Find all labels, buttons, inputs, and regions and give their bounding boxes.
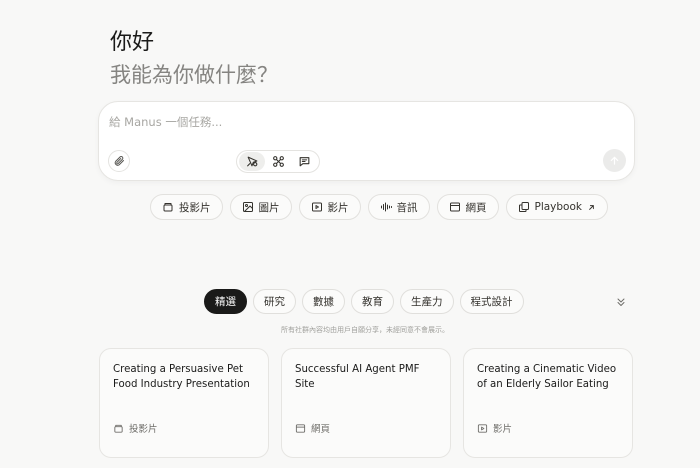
quick-action-image[interactable]: 圖片	[229, 194, 292, 220]
greeting-subtitle: 我能為你做什麼？	[110, 63, 278, 87]
quick-action-playbook[interactable]: Playbook	[505, 194, 608, 220]
slides-icon	[162, 201, 174, 213]
quick-action-label: 圖片	[258, 201, 280, 214]
browser-tool-button[interactable]	[239, 152, 265, 171]
connectors-icon	[272, 155, 285, 168]
greeting-title: 你好	[110, 30, 155, 55]
card-title: Creating a Cinematic Video of an Elderly…	[477, 364, 617, 390]
playbook-icon	[518, 201, 530, 213]
card-title: Successful AI Agent PMF Site	[295, 364, 420, 390]
card-type: 網頁	[295, 421, 330, 435]
showcase-card[interactable]: Successful AI Agent PMF Site 網頁	[281, 348, 451, 458]
tab-productivity[interactable]: 生產力	[400, 289, 454, 314]
showcase-card[interactable]: Creating a Cinematic Video of an Elderly…	[463, 348, 633, 458]
card-type: 投影片	[113, 421, 158, 435]
tab-research[interactable]: 研究	[253, 289, 296, 314]
card-type-label: 投影片	[129, 424, 158, 435]
task-input[interactable]	[109, 112, 609, 132]
chevrons-down-icon	[615, 296, 627, 308]
video-icon	[477, 423, 488, 434]
image-icon	[242, 201, 254, 213]
tab-education[interactable]: 教育	[351, 289, 394, 314]
showcase-card[interactable]: Creating a Persuasive Pet Food Industry …	[99, 348, 269, 458]
tab-programming[interactable]: 程式設計	[459, 289, 524, 314]
webpage-icon	[295, 423, 306, 434]
quick-action-label: 影片	[327, 201, 349, 214]
chat-mode-icon	[298, 155, 311, 168]
webpage-icon	[449, 201, 461, 213]
greeting: 你好 我能為你做什麼？	[110, 28, 278, 90]
slides-icon	[113, 423, 124, 434]
arrow-up-icon	[609, 155, 620, 166]
expand-categories-button[interactable]	[612, 293, 630, 311]
attach-button[interactable]	[108, 150, 130, 172]
card-title: Creating a Persuasive Pet Food Industry …	[113, 364, 250, 390]
community-disclaimer: 所有社群內容均由用戶自願分享，未經同意不會展示。	[281, 326, 449, 334]
quick-actions: 投影片 圖片 影片 音訊 網頁 Playbook	[150, 194, 608, 220]
card-type: 影片	[477, 421, 512, 435]
task-composer	[98, 101, 635, 181]
audio-icon	[380, 201, 392, 213]
send-button[interactable]	[603, 149, 626, 172]
paperclip-icon	[113, 155, 125, 167]
quick-action-slides[interactable]: 投影片	[150, 194, 223, 220]
quick-action-video[interactable]: 影片	[298, 194, 361, 220]
showcase-cards: Creating a Persuasive Pet Food Industry …	[99, 348, 633, 458]
quick-action-webpage[interactable]: 網頁	[436, 194, 499, 220]
quick-action-label: Playbook	[534, 201, 583, 213]
tool-selector	[236, 150, 320, 173]
quick-action-label: 網頁	[465, 201, 487, 214]
quick-action-label: 投影片	[179, 201, 211, 214]
card-type-label: 影片	[493, 424, 513, 435]
external-link-icon	[587, 203, 596, 212]
chat-mode-button[interactable]	[291, 152, 317, 171]
category-tabs: 精選 研究 數據 教育 生產力 程式設計	[204, 289, 524, 314]
connectors-button[interactable]	[265, 152, 291, 171]
browser-tool-icon	[246, 155, 259, 168]
tab-featured[interactable]: 精選	[204, 289, 247, 314]
quick-action-label: 音訊	[396, 201, 418, 214]
quick-action-audio[interactable]: 音訊	[367, 194, 430, 220]
tab-data[interactable]: 數據	[302, 289, 345, 314]
card-type-label: 網頁	[311, 424, 331, 435]
video-icon	[311, 201, 323, 213]
